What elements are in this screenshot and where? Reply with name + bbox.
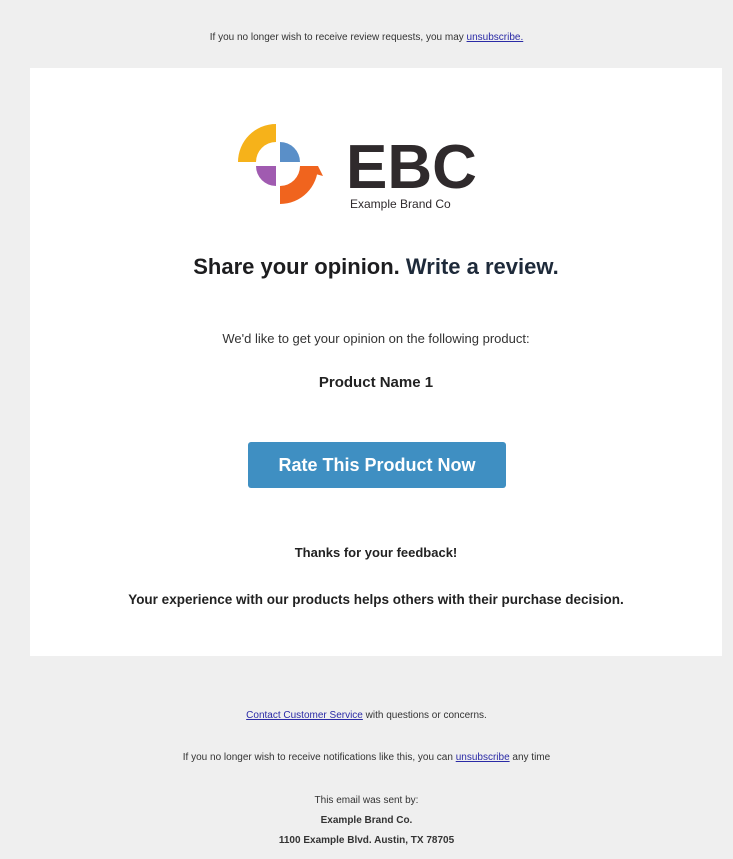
brand-logo: EBC Example Brand Co	[238, 124, 477, 211]
footer-contact: Contact Customer Service with questions …	[0, 710, 733, 721]
footer-company: Example Brand Co.	[320, 815, 413, 826]
footer-unsubscribe: If you no longer wish to receive notific…	[0, 752, 733, 763]
thanks-text: Thanks for your feedback!	[294, 545, 458, 560]
top-unsubscribe-link[interactable]: unsubscribe.	[467, 32, 524, 43]
product-name: Product Name 1	[318, 374, 434, 391]
footer-notify-text: If you no longer wish to receive notific…	[182, 752, 456, 763]
top-unsubscribe-notice: If you no longer wish to receive review …	[0, 32, 733, 43]
footer-notify-suffix: any time	[509, 752, 551, 763]
logo-mark-icon	[238, 124, 323, 204]
headline-part1: Share your opinion.	[193, 254, 400, 279]
footer-address: 1100 Example Blvd. Austin, TX 78705	[278, 835, 455, 846]
rate-product-button[interactable]: Rate This Product Now	[248, 442, 506, 488]
contact-customer-service-link[interactable]: Contact Customer Service	[246, 710, 363, 721]
experience-text: Your experience with our products helps …	[128, 592, 624, 607]
email-card: EBC Example Brand Co Share your opinion.…	[30, 68, 722, 656]
footer-unsubscribe-link[interactable]: unsubscribe	[456, 752, 510, 763]
headline: Share your opinion. Write a review.	[30, 254, 722, 280]
top-notice-text: If you no longer wish to receive review …	[209, 32, 467, 43]
intro-text: We'd like to get your opinion on the fol…	[222, 331, 530, 346]
headline-part2: Write a review.	[405, 254, 559, 279]
email-background: If you no longer wish to receive review …	[0, 0, 733, 859]
footer-sent-by: This email was sent by:	[314, 795, 419, 806]
logo-letters: EBC	[346, 133, 477, 202]
logo-brand-name: Example Brand Co	[350, 197, 451, 211]
footer-contact-text: with questions or concerns.	[362, 710, 487, 721]
